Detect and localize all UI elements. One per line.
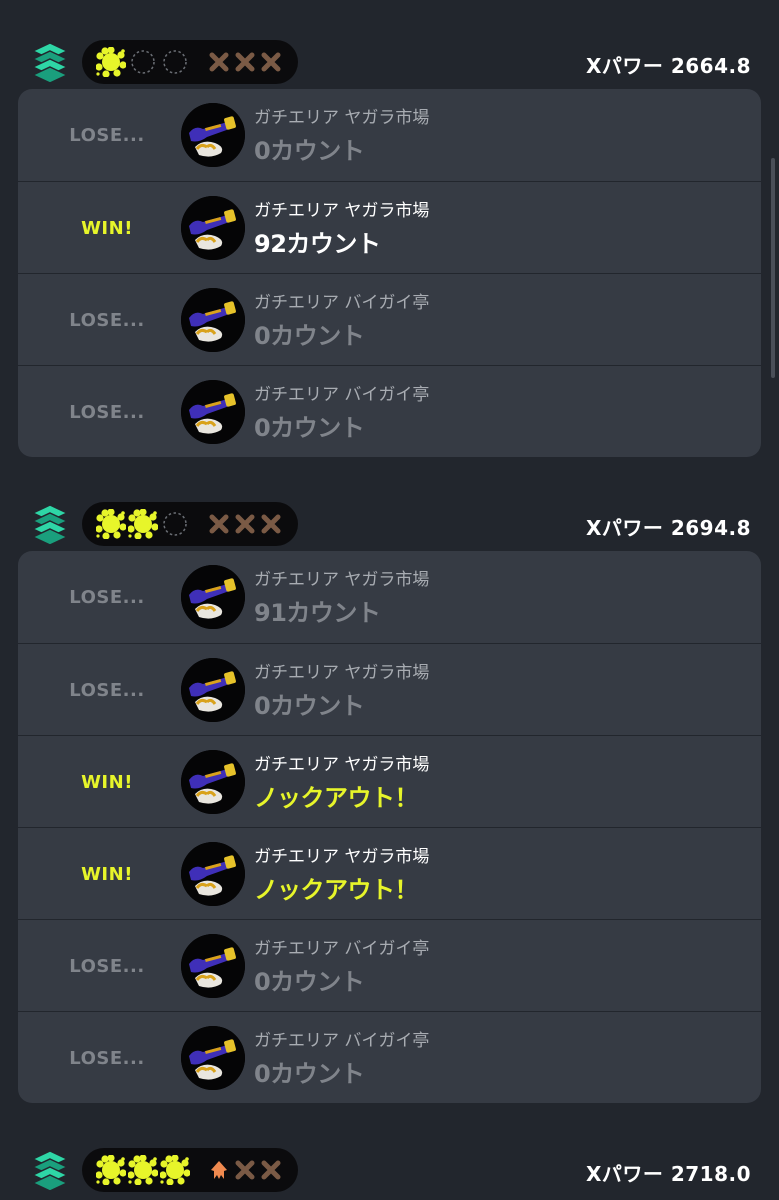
mode-stage-label: ガチエリア バイガイ亭 (254, 293, 430, 313)
session-header[interactable]: Xパワー 2694.8 (0, 492, 779, 552)
result-lose-label: LOSE... (69, 955, 145, 977)
battle-row[interactable]: WIN! ガチエリア ヤガラ市場ノックアウト！ (18, 827, 761, 919)
mode-stage-label: ガチエリア ヤガラ市場 (254, 755, 430, 775)
life-squid-icon (208, 1159, 230, 1181)
mode-stage-label: ガチエリア バイガイ亭 (254, 1031, 430, 1051)
weapon-icon (181, 565, 245, 629)
result-win-label: WIN! (81, 863, 133, 885)
score-label: 0カウント (254, 137, 365, 165)
weapon-icon (181, 842, 245, 906)
battle-session: Xパワー 2664.8 LOSE... ガチエリア ヤガラ市場 0カウント WIN! ガチ… (0, 30, 779, 457)
mode-stage-label: ガチエリア ヤガラ市場 (254, 847, 430, 867)
result-lose-label: LOSE... (69, 124, 145, 146)
result-lose-label: LOSE... (69, 401, 145, 423)
weapon-icon (181, 196, 245, 260)
battle-row[interactable]: WIN! ガチエリア ヤガラ市場 92カウント (18, 181, 761, 273)
battle-session: Xパワー 2718.0 (0, 1138, 779, 1198)
battle-row[interactable]: LOSE... ガチエリア バイガイ亭 0カウント (18, 1011, 761, 1103)
battle-card: LOSE... ガチエリア ヤガラ市場 0カウント WIN! ガチエリア ヤガラ市場 92… (18, 89, 761, 457)
battle-row[interactable]: LOSE... ガチエリア バイガイ亭 0カウント (18, 273, 761, 365)
loss-x-icon (208, 513, 230, 535)
win-loss-tally (82, 502, 298, 546)
score-label: 92カウント (254, 230, 381, 258)
score-label: 0カウント (254, 692, 365, 720)
win-loss-tally (82, 40, 298, 84)
loss-x-icon (260, 51, 282, 73)
battle-card: LOSE... ガチエリア ヤガラ市場 91カウント LOSE... ガチエリア ヤガラ… (18, 551, 761, 1103)
result-lose-label: LOSE... (69, 1047, 145, 1069)
win-splat-icon (95, 46, 127, 78)
battle-row[interactable]: WIN! ガチエリア ヤガラ市場ノックアウト！ (18, 735, 761, 827)
result-lose-label: LOSE... (69, 679, 145, 701)
splat-zones-icon (30, 504, 70, 546)
mode-stage-label: ガチエリア ヤガラ市場 (254, 570, 430, 590)
xpower-value: Xパワー 2718.0 (585, 1162, 751, 1186)
session-header[interactable]: Xパワー 2664.8 (0, 30, 779, 90)
splat-zones-icon (30, 1150, 70, 1192)
loss-x-icon (208, 51, 230, 73)
loss-x-icon (234, 513, 256, 535)
score-label: 0カウント (254, 322, 365, 350)
session-header[interactable]: Xパワー 2718.0 (0, 1138, 779, 1198)
win-splat-icon (127, 1154, 159, 1186)
win-splat-icon (95, 1154, 127, 1186)
weapon-icon (181, 288, 245, 352)
score-label: 0カウント (254, 968, 365, 996)
mode-stage-label: ガチエリア ヤガラ市場 (254, 201, 430, 221)
battle-row[interactable]: LOSE... ガチエリア バイガイ亭 0カウント (18, 919, 761, 1011)
weapon-icon (181, 380, 245, 444)
score-label: 0カウント (254, 1060, 365, 1088)
battle-session: Xパワー 2694.8 LOSE... ガチエリア ヤガラ市場 91カウント LOSE.… (0, 492, 779, 1103)
loss-x-icon (260, 513, 282, 535)
result-lose-label: LOSE... (69, 309, 145, 331)
result-win-label: WIN! (81, 771, 133, 793)
win-splat-icon (95, 508, 127, 540)
xpower-value: Xパワー 2664.8 (585, 54, 751, 78)
empty-win-slot-icon (128, 47, 158, 77)
loss-x-icon (234, 51, 256, 73)
mode-stage-label: ガチエリア バイガイ亭 (254, 385, 430, 405)
battle-row[interactable]: LOSE... ガチエリア ヤガラ市場 91カウント (18, 551, 761, 643)
win-splat-icon (127, 508, 159, 540)
score-label: ノックアウト！ (254, 876, 419, 904)
result-win-label: WIN! (81, 217, 133, 239)
win-splat-icon (159, 1154, 191, 1186)
score-label: 91カウント (254, 599, 381, 627)
mode-stage-label: ガチエリア ヤガラ市場 (254, 663, 430, 683)
score-label: ノックアウト！ (254, 784, 419, 812)
weapon-icon (181, 934, 245, 998)
weapon-icon (181, 1026, 245, 1090)
weapon-icon (181, 103, 245, 167)
loss-x-icon (234, 1159, 256, 1181)
empty-win-slot-icon (160, 509, 190, 539)
weapon-icon (181, 750, 245, 814)
scrollbar[interactable] (771, 158, 775, 378)
battle-row[interactable]: LOSE... ガチエリア バイガイ亭 0カウント (18, 365, 761, 457)
result-lose-label: LOSE... (69, 586, 145, 608)
win-loss-tally (82, 1148, 298, 1192)
weapon-icon (181, 658, 245, 722)
xpower-value: Xパワー 2694.8 (585, 516, 751, 540)
splat-zones-icon (30, 42, 70, 84)
empty-win-slot-icon (160, 47, 190, 77)
score-label: 0カウント (254, 414, 365, 442)
mode-stage-label: ガチエリア ヤガラ市場 (254, 108, 430, 128)
battle-row[interactable]: LOSE... ガチエリア ヤガラ市場 0カウント (18, 89, 761, 181)
mode-stage-label: ガチエリア バイガイ亭 (254, 939, 430, 959)
battle-row[interactable]: LOSE... ガチエリア ヤガラ市場 0カウント (18, 643, 761, 735)
loss-x-icon (260, 1159, 282, 1181)
